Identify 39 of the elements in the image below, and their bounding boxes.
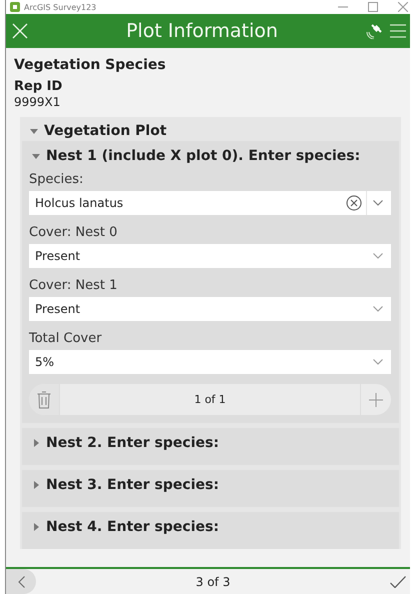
maximize-icon[interactable] (368, 2, 378, 12)
expand-triangle-icon[interactable] (32, 439, 40, 447)
collapse-triangle-icon[interactable] (32, 152, 40, 160)
repeat-title[interactable]: Nest 1 (include X plot 0). Enter species: (46, 148, 360, 164)
field-label: Species: (29, 172, 84, 187)
clear-icon[interactable] (346, 195, 362, 211)
collapse-triangle-icon[interactable] (30, 127, 38, 135)
select-field[interactable]: Holcus lanatus (29, 191, 391, 215)
field-label: Cover: Nest 1 (29, 278, 118, 293)
select-field[interactable]: 5% (29, 350, 391, 374)
plus-icon[interactable] (369, 392, 383, 406)
chevron-left-icon (18, 576, 24, 588)
select-field[interactable]: Present (29, 244, 391, 268)
expand-triangle-icon[interactable] (32, 523, 40, 531)
window-title: ArcGIS Survey123 (24, 2, 96, 12)
chevron-down-icon[interactable] (373, 306, 383, 312)
form-title: Vegetation Species (14, 57, 167, 73)
chevron-down-icon[interactable] (373, 253, 383, 259)
repeat-title[interactable]: Nest 4. Enter species: (46, 519, 219, 535)
checkmark-icon[interactable] (390, 576, 406, 588)
trash-icon[interactable] (37, 390, 51, 408)
group-title[interactable]: Vegetation Plot (44, 123, 167, 139)
page-indicator: 3 of 3 (194, 574, 232, 588)
repeat-title[interactable]: Nest 3. Enter species: (46, 477, 219, 493)
chevron-down-icon[interactable] (373, 359, 383, 365)
field-label: Total Cover (29, 331, 103, 346)
select-field[interactable]: Present (29, 297, 391, 321)
field-label: Rep ID (14, 79, 64, 94)
back-button[interactable] (6, 569, 36, 594)
repeat-title[interactable]: Nest 2. Enter species: (46, 435, 219, 451)
close-icon[interactable] (398, 2, 408, 12)
field-label: Cover: Nest 0 (29, 225, 118, 240)
satellite-icon[interactable] (366, 23, 382, 39)
menu-icon[interactable] (390, 24, 406, 38)
page-count: 1 of 1 (193, 393, 227, 406)
chevron-down-icon[interactable] (373, 200, 383, 206)
field-value: 9999X1 (14, 95, 62, 109)
header-title: Plot Information (125, 20, 279, 42)
expand-triangle-icon[interactable] (32, 481, 40, 489)
